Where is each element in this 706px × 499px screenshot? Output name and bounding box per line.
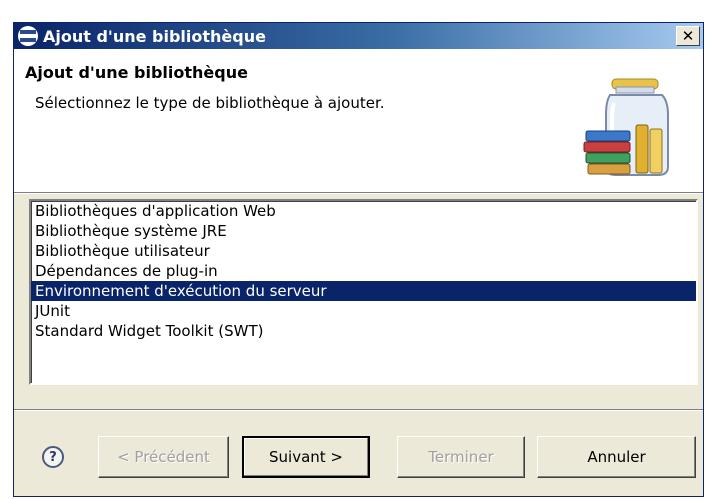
window-title: Ajout d'une bibliothèque bbox=[43, 26, 266, 46]
header-separator bbox=[14, 193, 703, 194]
previous-button[interactable]: < Précédent bbox=[98, 436, 229, 478]
page-title: Ajout d'une bibliothèque bbox=[25, 63, 248, 82]
wizard-header: Ajout d'une bibliothèque Sélectionnez le… bbox=[14, 49, 703, 193]
eclipse-icon bbox=[18, 26, 38, 46]
list-item-selected[interactable]: Environnement d'exécution du serveur bbox=[31, 281, 696, 301]
next-button[interactable]: Suivant > bbox=[242, 436, 370, 478]
list-item[interactable]: JUnit bbox=[31, 301, 696, 321]
finish-button[interactable]: Terminer bbox=[397, 436, 525, 478]
list-item[interactable]: Standard Widget Toolkit (SWT) bbox=[31, 321, 696, 341]
library-type-list[interactable]: Bibliothèques d'application Web Biblioth… bbox=[29, 199, 698, 385]
list-item[interactable]: Bibliothèque utilisateur bbox=[31, 241, 696, 261]
list-item[interactable]: Dépendances de plug-in bbox=[31, 261, 696, 281]
cancel-button[interactable]: Annuler bbox=[537, 436, 696, 478]
button-bar-separator-highlight bbox=[14, 410, 703, 411]
add-library-dialog: Ajout d'une bibliothèque ✕ Ajout d'une b… bbox=[13, 22, 704, 497]
help-icon[interactable]: ? bbox=[42, 446, 64, 468]
library-jar-icon bbox=[583, 78, 669, 176]
close-button[interactable]: ✕ bbox=[676, 26, 700, 46]
page-description: Sélectionnez le type de bibliothèque à a… bbox=[35, 94, 385, 112]
list-item[interactable]: Bibliothèque système JRE bbox=[31, 221, 696, 241]
title-bar[interactable]: Ajout d'une bibliothèque ✕ bbox=[14, 23, 703, 49]
list-item[interactable]: Bibliothèques d'application Web bbox=[31, 201, 696, 221]
